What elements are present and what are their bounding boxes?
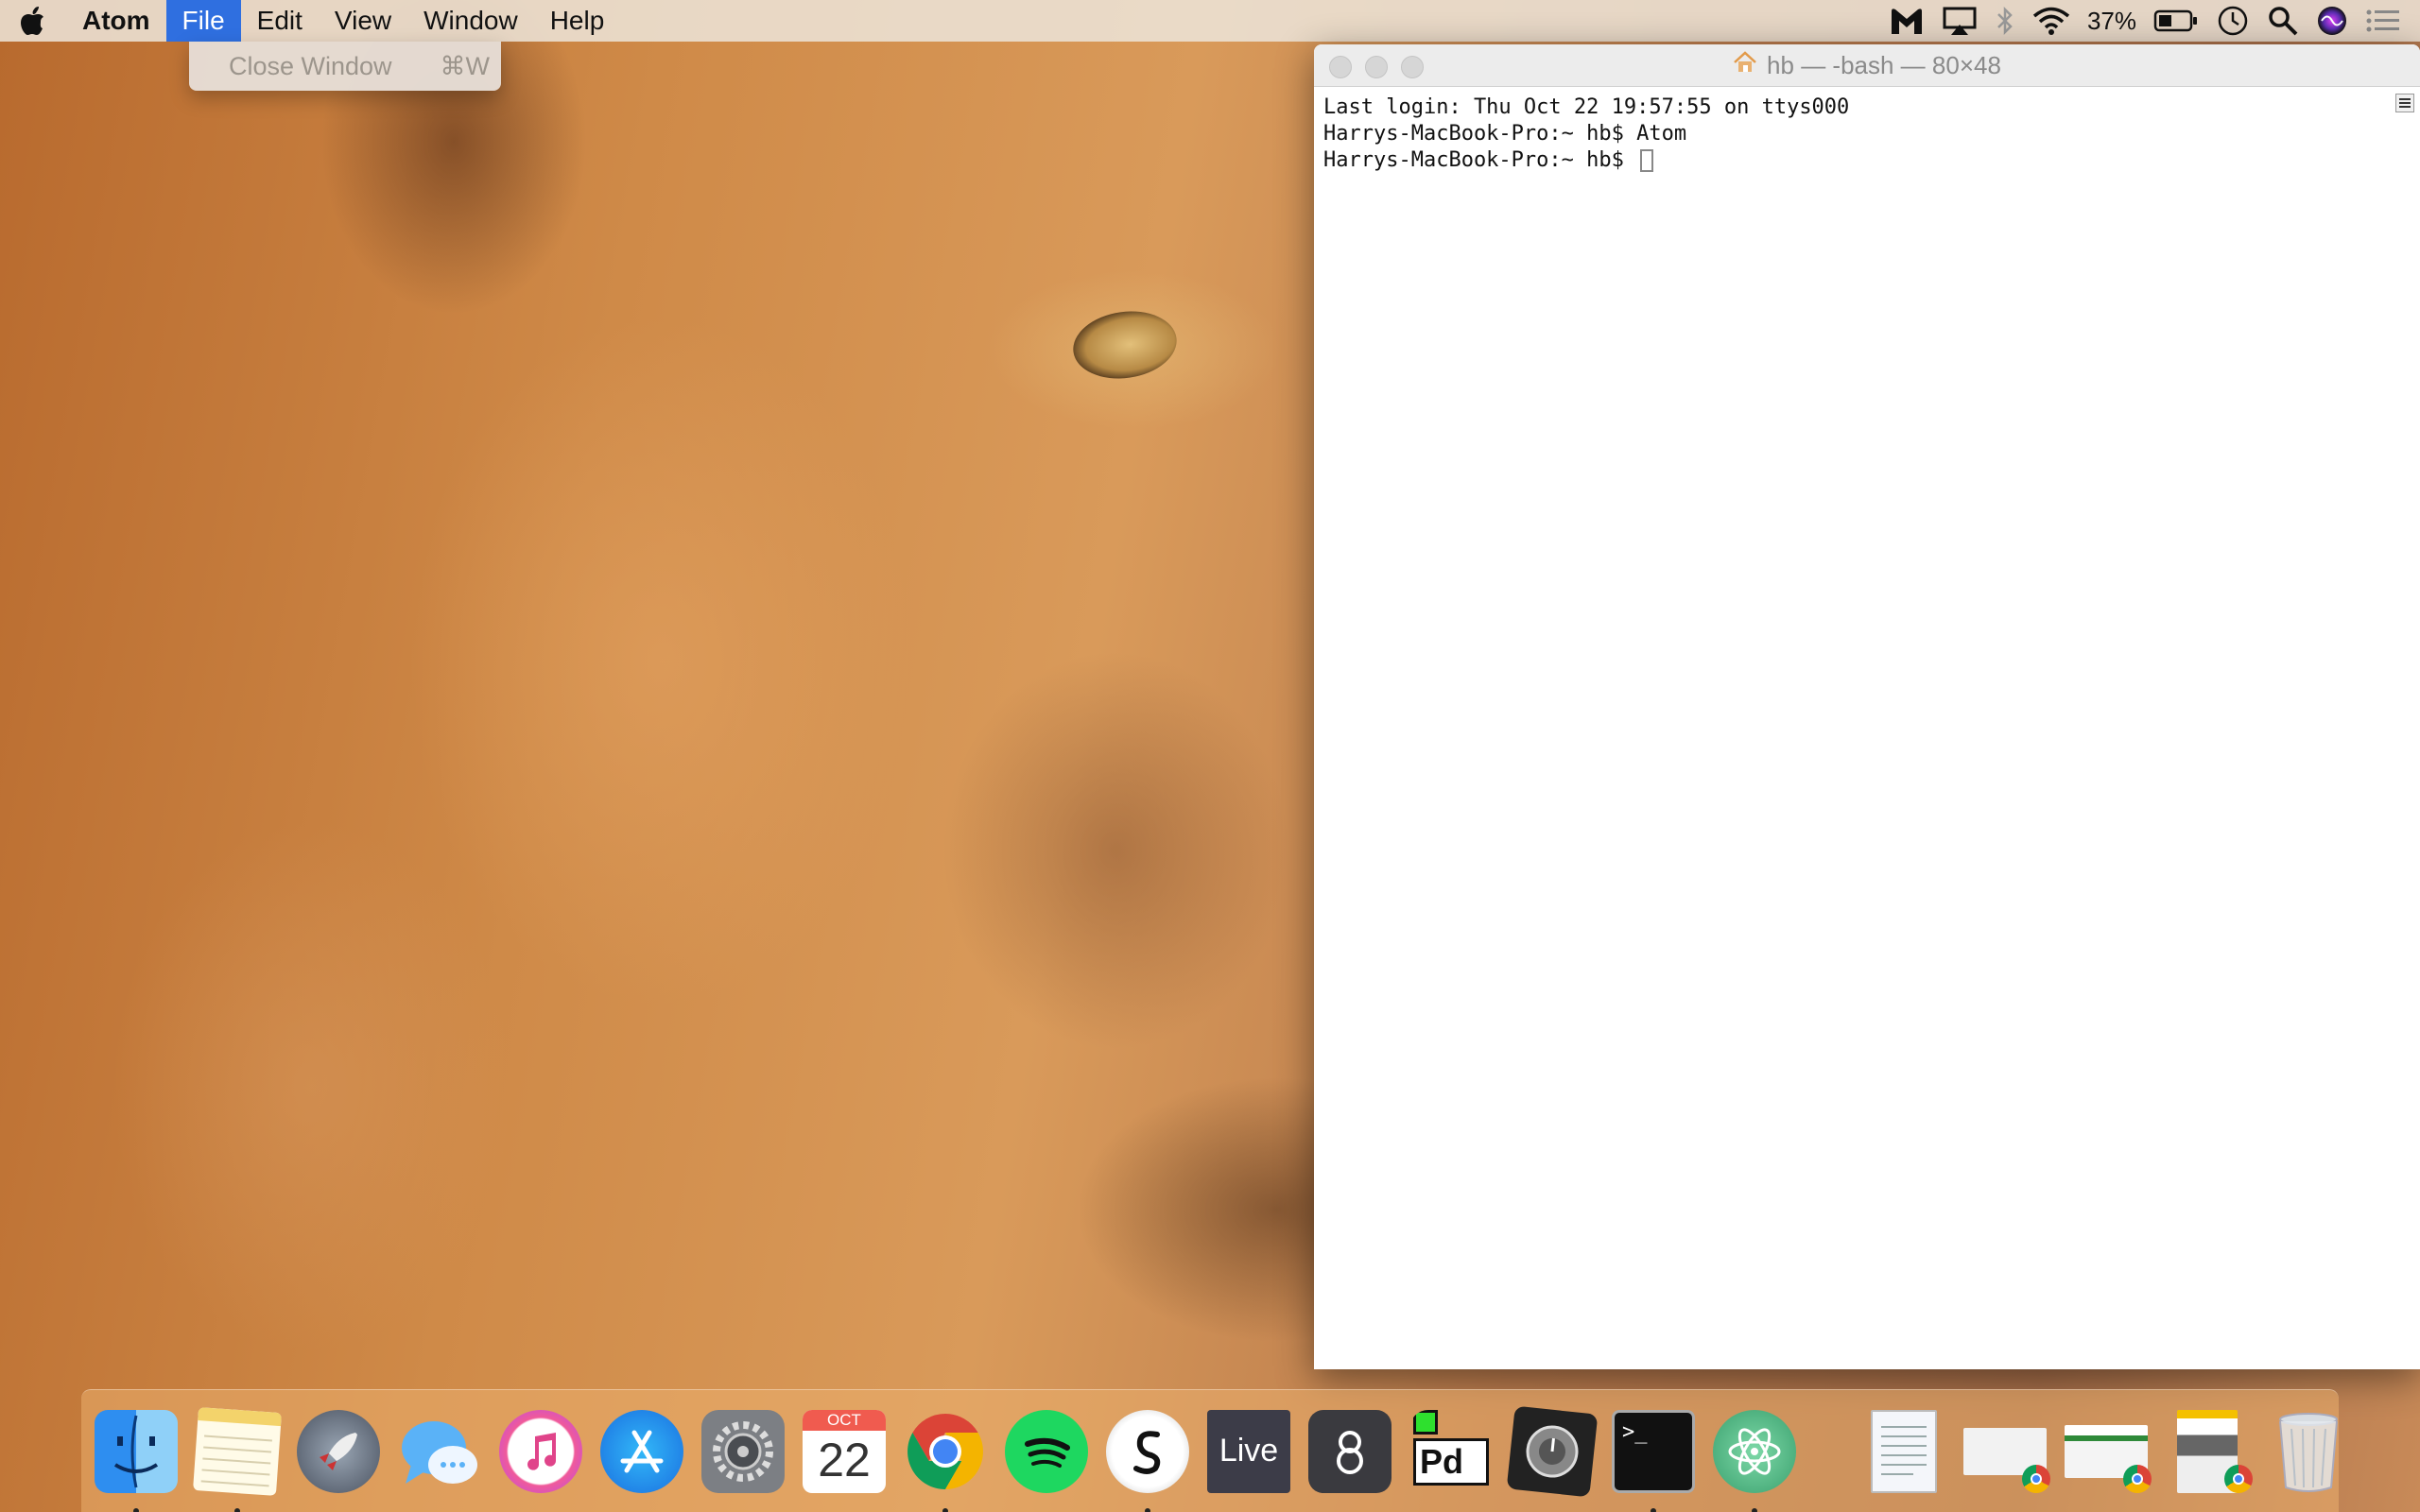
itunes-music-note-icon [499,1409,582,1493]
dock-trash[interactable] [2267,1410,2350,1493]
calendar-month: OCT [803,1409,886,1431]
dock-finder[interactable] [95,1409,178,1512]
terminal-icon: >_ [1612,1409,1695,1493]
minimize-window-button[interactable] [1365,56,1388,78]
terminal-window[interactable]: hb — -bash — 80×48 Last login: Thu Oct 2… [1314,44,2420,1369]
battery-percent[interactable]: 37% [2087,0,2136,42]
notes-icon [193,1406,282,1496]
dock-itunes[interactable] [499,1409,582,1493]
window-controls [1329,56,1424,78]
pure-data-green-square [1413,1409,1438,1435]
dock-chrome-minimized-2[interactable] [2065,1410,2152,1493]
menu-app-name[interactable]: Atom [66,0,166,42]
dock: OCT 22 Live Pd >_ [81,1389,2339,1512]
menu-edit[interactable]: Edit [241,0,319,42]
bluetooth-icon[interactable] [1995,0,2015,42]
terminal-title-text: hb — -bash — 80×48 [1767,50,2001,79]
dock-calendar[interactable]: OCT 22 [803,1409,886,1493]
running-indicator [1752,1507,1757,1512]
running-indicator [1145,1507,1150,1512]
atom-icon [1713,1409,1796,1493]
wallpaper-lion-eye [1068,304,1182,386]
dock-max[interactable] [1308,1409,1392,1493]
logic-pro-icon [1506,1405,1599,1497]
terminal-line: Last login: Thu Oct 22 19:57:55 on ttys0… [1323,95,1850,119]
dock-ableton-live[interactable]: Live [1207,1409,1290,1493]
messages-icon [398,1410,481,1493]
trash-icon [2267,1410,2350,1493]
airplay-icon[interactable] [1942,0,1978,42]
scrivener-icon [1106,1409,1189,1493]
siri-icon[interactable] [2316,0,2348,42]
dock-document-stack[interactable] [1862,1409,1945,1493]
running-indicator [942,1507,948,1512]
max-msp-icon [1308,1409,1392,1493]
terminal-prompt-line[interactable]: Harrys-MacBook-Pro:~ hb$ [1323,147,2411,174]
notification-center-icon[interactable] [2365,0,2401,42]
calendar-day: 22 [818,1433,871,1486]
dock-logic-pro[interactable] [1506,1405,1599,1497]
document-thumbnail-icon [1871,1409,1937,1493]
menu-bar: Atom File Edit View Window Help 37% [0,0,2420,42]
dock-chrome-minimized-1[interactable] [1963,1410,2050,1493]
menu-item-close-window: Close Window [229,51,392,80]
menu-help[interactable]: Help [534,0,621,42]
chrome-badge-icon [2022,1464,2050,1493]
dock-pure-data[interactable]: Pd [1409,1409,1493,1493]
running-indicator [234,1507,240,1512]
ableton-live-icon: Live [1207,1409,1290,1493]
text-cursor [1640,149,1654,172]
dock-launchpad[interactable] [297,1409,380,1493]
home-folder-icon [1733,50,1757,80]
malwarebytes-icon[interactable] [1889,0,1925,42]
apple-menu-icon[interactable] [0,0,66,42]
status-area: 37% [1889,0,2420,42]
terminal-line: Harrys-MacBook-Pro:~ hb$ Atom [1323,122,1687,146]
system-preferences-gear-icon [701,1409,785,1493]
menu-file[interactable]: File [165,0,241,42]
dock-chrome-minimized-3[interactable] [2166,1409,2253,1493]
chrome-badge-icon [2123,1464,2152,1493]
zoom-window-button[interactable] [1401,56,1424,78]
dock-atom[interactable] [1713,1409,1796,1512]
wifi-icon[interactable] [2032,0,2070,42]
dock-terminal[interactable]: >_ [1612,1409,1695,1512]
pure-data-icon: Pd [1409,1409,1493,1493]
dock-spotify[interactable] [1005,1409,1088,1493]
menu-view[interactable]: View [319,0,407,42]
terminal-prompt-glyph: >_ [1622,1419,1648,1444]
launchpad-rocket-icon [297,1409,380,1493]
terminal-title: hb — -bash — 80×48 [1733,51,2001,80]
finder-icon [95,1409,178,1493]
battery-icon[interactable] [2153,0,2199,42]
terminal-output[interactable]: Last login: Thu Oct 22 19:57:55 on ttys0… [1314,87,2420,181]
terminal-titlebar[interactable]: hb — -bash — 80×48 [1314,44,2420,87]
file-dropdown-menu: Close Window ⌘W [189,42,501,91]
calendar-icon: OCT 22 [803,1409,886,1493]
chrome-icon [904,1410,987,1493]
pure-data-label: Pd [1413,1437,1489,1486]
dock-messages[interactable] [398,1410,481,1493]
spotlight-search-icon[interactable] [2267,0,2299,42]
dock-chrome[interactable] [904,1410,987,1512]
app-store-icon [600,1409,683,1493]
dock-notes[interactable] [193,1406,282,1512]
time-machine-icon[interactable] [2216,0,2250,42]
ableton-live-label: Live [1219,1433,1279,1469]
spotify-icon [1005,1409,1088,1493]
terminal-prompt-text: Harrys-MacBook-Pro:~ hb$ [1323,148,1637,172]
running-indicator [1651,1507,1656,1512]
dock-scrivener[interactable] [1106,1409,1189,1512]
running-indicator [133,1507,139,1512]
chrome-badge-icon [2224,1464,2253,1493]
close-window-button[interactable] [1329,56,1352,78]
dock-system-preferences[interactable] [701,1409,785,1493]
menu-window[interactable]: Window [407,0,534,42]
dock-app-store[interactable] [600,1409,683,1493]
split-pane-icon[interactable] [2395,94,2414,112]
menu-item-close-window-shortcut: ⌘W [440,51,490,80]
